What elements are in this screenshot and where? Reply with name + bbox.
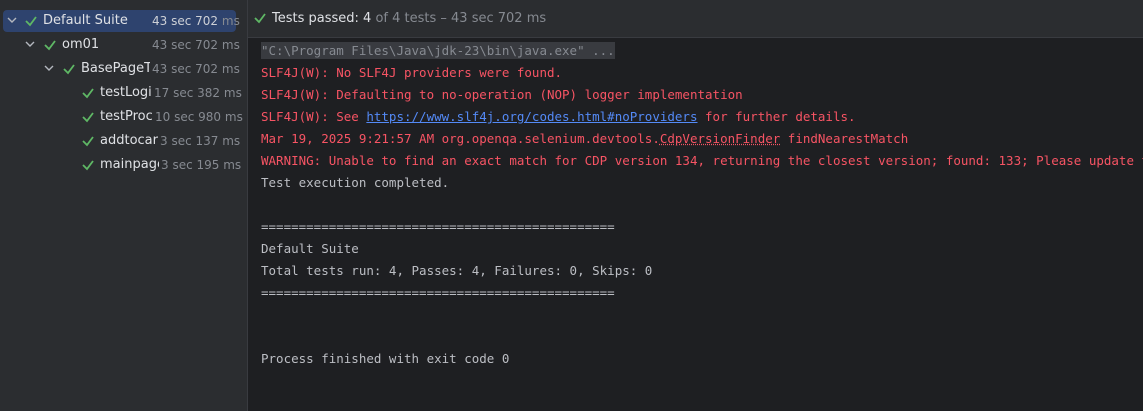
console-separator: ========================================… xyxy=(261,219,615,234)
console-error-line: SLF4J(W): Defaulting to no-operation (NO… xyxy=(261,87,743,102)
duration-label: 17 sec 382 ms xyxy=(154,86,242,100)
tree-item-om01[interactable]: om01 43 sec 702 ms xyxy=(0,34,247,56)
duration-label: 3 sec 137 ms xyxy=(160,134,241,148)
check-icon xyxy=(24,10,38,32)
console-output[interactable]: "C:\Program Files\Java\jdk-23\bin\java.e… xyxy=(248,38,1143,411)
tree-item-testproc[interactable]: testProc 10 sec 980 ms xyxy=(0,106,247,128)
test-tree: Default Suite 43 sec 702 ms om01 43 sec … xyxy=(0,0,247,411)
console-command-line[interactable]: "C:\Program Files\Java\jdk-23\bin\java.e… xyxy=(261,40,615,62)
tree-item-default-suite[interactable]: Default Suite 43 sec 702 ms xyxy=(0,10,247,32)
console-separator: ========================================… xyxy=(261,285,615,300)
console-line: Process finished with exit code 0 xyxy=(261,351,510,366)
tree-item-basepage[interactable]: BasePageT 43 sec 702 ms xyxy=(0,58,247,80)
console-warning-line: WARNING: Unable to find an exact match f… xyxy=(261,153,1143,168)
tree-item-label: BasePageT xyxy=(81,61,150,76)
tests-passed-summary: Tests passed: 4 of 4 tests – 43 sec 702 … xyxy=(272,11,547,26)
chevron-down-icon[interactable] xyxy=(24,34,36,56)
tree-item-label: om01 xyxy=(62,37,100,52)
console-line: Test execution completed. xyxy=(261,175,450,190)
tree-item-label: testLogi xyxy=(100,85,152,100)
chevron-down-icon[interactable] xyxy=(6,10,18,32)
duration-label: 43 sec 702 ms xyxy=(152,38,240,52)
tree-item-mainpage[interactable]: mainpage 3 sec 195 ms xyxy=(0,154,247,176)
duration-label: 43 sec 702 ms xyxy=(152,62,240,76)
check-icon xyxy=(81,154,95,176)
console-error-line: SLF4J(W): No SLF4J providers were found. xyxy=(261,65,563,80)
check-icon xyxy=(81,130,95,152)
console-error-line: SLF4J(W): See https://www.slf4j.org/code… xyxy=(261,109,856,124)
console-line: Total tests run: 4, Passes: 4, Failures:… xyxy=(261,263,653,278)
check-icon xyxy=(43,34,57,56)
tree-item-label: Default Suite xyxy=(43,13,128,28)
tree-item-addtocart[interactable]: addtocart 3 sec 137 ms xyxy=(0,130,247,152)
providers-link[interactable]: https://www.slf4j.org/codes.html#noProvi… xyxy=(366,109,697,124)
tree-item-label: addtocart xyxy=(100,133,158,148)
duration-label: 43 sec 702 ms xyxy=(152,14,240,28)
check-icon xyxy=(62,58,76,80)
tree-item-label: mainpage xyxy=(100,157,159,172)
check-icon xyxy=(81,82,95,104)
tree-item-testlogin[interactable]: testLogi 17 sec 382 ms xyxy=(0,82,247,104)
chevron-down-icon[interactable] xyxy=(43,58,55,80)
duration-label: 10 sec 980 ms xyxy=(155,110,243,124)
console-line: Default Suite xyxy=(261,241,359,256)
console-error-line: Mar 19, 2025 9:21:57 AM org.openqa.selen… xyxy=(261,131,909,146)
class-reference-link[interactable]: CdpVersionFinder xyxy=(660,131,780,146)
check-icon xyxy=(253,11,267,25)
tree-item-label: testProc xyxy=(100,109,153,124)
check-icon xyxy=(81,106,95,128)
duration-label: 3 sec 195 ms xyxy=(161,158,242,172)
test-status-bar: Tests passed: 4 of 4 tests – 43 sec 702 … xyxy=(248,0,1143,38)
